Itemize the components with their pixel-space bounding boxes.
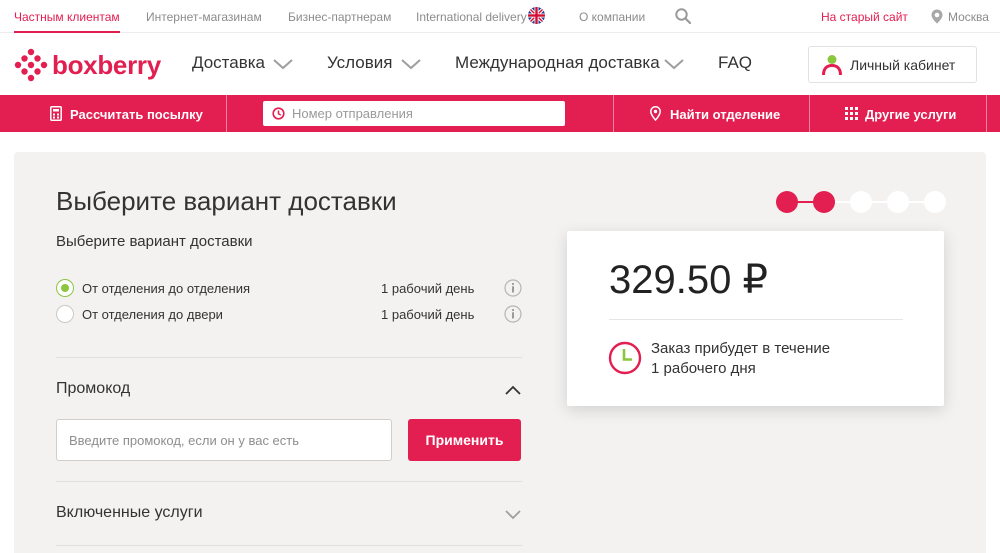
- stepper-step: [776, 191, 798, 213]
- info-icon[interactable]: [504, 279, 522, 302]
- city-selector[interactable]: Москва: [948, 10, 989, 24]
- divider: [613, 95, 614, 132]
- chevron-down-icon[interactable]: [664, 57, 684, 75]
- location-pin-icon: [650, 106, 661, 124]
- nav-delivery[interactable]: Доставка: [192, 53, 265, 73]
- arrival-line-2: 1 рабочего дня: [651, 360, 756, 377]
- brand-name[interactable]: boxberry: [52, 50, 161, 81]
- topbar-link-business-partners[interactable]: Бизнес-партнерам: [288, 10, 391, 24]
- calculate-parcel-button[interactable]: Рассчитать посылку: [70, 107, 203, 122]
- boxberry-logo-icon[interactable]: [14, 48, 48, 87]
- divider: [56, 545, 522, 546]
- stepper-step: [924, 191, 946, 213]
- location-pin-icon: [931, 9, 943, 27]
- personal-account-label: Личный кабинет: [850, 57, 956, 73]
- radio-button[interactable]: [56, 305, 74, 323]
- divider: [609, 319, 903, 320]
- topbar-link-international-delivery[interactable]: International delivery: [416, 10, 527, 24]
- option-days: 1 рабочий день: [381, 281, 475, 296]
- divider: [56, 481, 522, 482]
- page-title: Выберите вариант доставки: [56, 186, 397, 216]
- clock-icon: [608, 341, 642, 380]
- stepper-step: [887, 191, 909, 213]
- divider: [226, 95, 227, 132]
- main-header: boxberry Доставка Условия Международная …: [0, 33, 1000, 95]
- option-days: 1 рабочий день: [381, 307, 475, 322]
- old-site-link[interactable]: На старый сайт: [821, 10, 908, 24]
- chevron-up-icon[interactable]: [505, 382, 521, 400]
- included-services-title[interactable]: Включенные услуги: [56, 504, 203, 522]
- uk-flag-icon: [528, 7, 545, 24]
- chevron-down-icon[interactable]: [401, 57, 421, 75]
- stepper-step: [813, 191, 835, 213]
- chevron-down-icon[interactable]: [505, 507, 521, 525]
- user-avatar-icon: [822, 54, 842, 81]
- arrival-text: Заказ прибудет в течение 1 рабочего дня: [651, 339, 830, 379]
- topbar-link-private-clients[interactable]: Частным клиентам: [14, 10, 120, 33]
- promo-code-field[interactable]: [56, 419, 392, 461]
- delivery-option-office-to-office[interactable]: От отделения до отделения 1 рабочий день: [56, 279, 522, 299]
- progress-stepper: [776, 191, 946, 213]
- chevron-down-icon[interactable]: [273, 57, 293, 75]
- divider: [56, 357, 522, 358]
- search-icon[interactable]: [675, 8, 692, 27]
- option-label: От отделения до двери: [82, 307, 223, 322]
- tracking-clock-icon: [272, 107, 285, 125]
- price-value: 329.50 ₽: [609, 258, 768, 302]
- personal-account-button[interactable]: Личный кабинет: [808, 46, 977, 83]
- option-label: От отделения до отделения: [82, 281, 251, 296]
- apply-promo-button[interactable]: Применить: [408, 419, 521, 461]
- topbar-link-online-stores[interactable]: Интернет-магазинам: [146, 10, 262, 24]
- section-subtitle: Выберите вариант доставки: [56, 233, 253, 250]
- divider: [986, 95, 987, 132]
- stepper-step: [850, 191, 872, 213]
- arrival-line-1: Заказ прибудет в течение: [651, 340, 831, 357]
- nav-international-delivery[interactable]: Международная доставка: [455, 53, 660, 73]
- topbar-link-about-company[interactable]: О компании: [579, 10, 645, 24]
- calculator-icon: [50, 106, 62, 124]
- other-services-button[interactable]: Другие услуги: [865, 107, 956, 122]
- divider: [809, 95, 810, 132]
- nav-faq[interactable]: FAQ: [718, 53, 752, 73]
- nav-conditions[interactable]: Условия: [327, 53, 392, 73]
- tracking-number-input[interactable]: [292, 106, 552, 121]
- price-summary-card: 329.50 ₽ Заказ прибудет в течение 1 рабо…: [567, 231, 944, 406]
- find-office-button[interactable]: Найти отделение: [670, 107, 780, 122]
- tracking-search-box[interactable]: [263, 101, 565, 126]
- top-utility-bar: Частным клиентам Интернет-магазинам Бизн…: [0, 0, 1000, 33]
- info-icon[interactable]: [504, 305, 522, 328]
- promo-section-title[interactable]: Промокод: [56, 380, 130, 398]
- radio-button[interactable]: [56, 279, 74, 297]
- promo-code-input[interactable]: [69, 433, 379, 448]
- grid-dots-icon: [845, 107, 858, 123]
- delivery-option-office-to-door[interactable]: От отделения до двери 1 рабочий день: [56, 305, 522, 325]
